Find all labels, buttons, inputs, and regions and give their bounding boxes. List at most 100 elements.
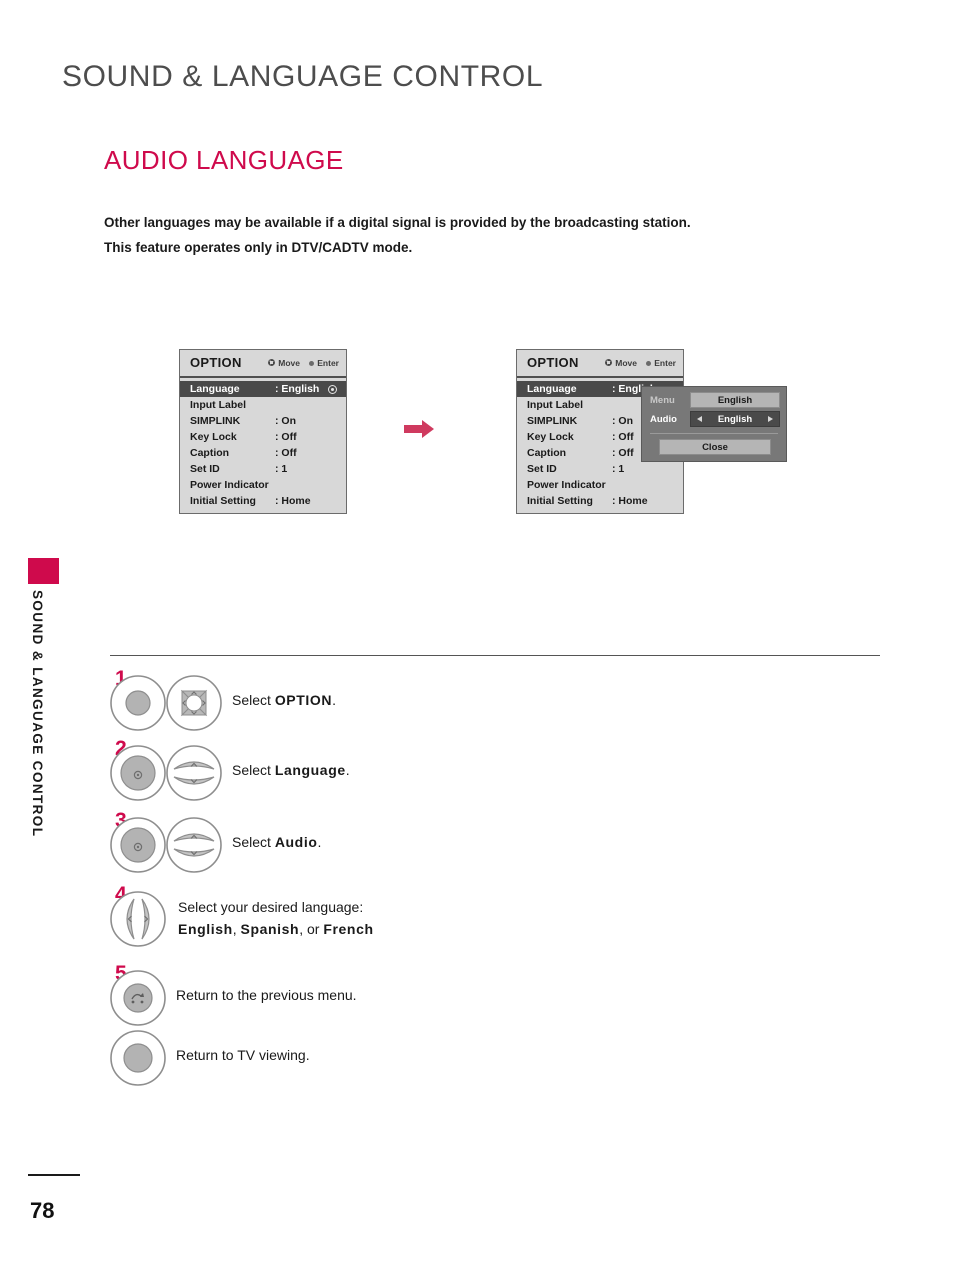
- osd-row-value: : 1: [612, 463, 625, 475]
- step-2-text-bold: Language: [274, 762, 346, 778]
- osd-row-label: Initial Setting: [527, 495, 593, 507]
- intro-paragraph: Other languages may be available if a di…: [104, 210, 804, 260]
- navigation-wheel-icon: [166, 675, 222, 731]
- step-3-text-suffix: .: [317, 834, 322, 850]
- step-exit-text: Return to TV viewing.: [176, 1047, 310, 1063]
- osd-row-value: : Off: [612, 431, 634, 443]
- osd-row-label: Initial Setting: [190, 495, 256, 507]
- osd-row-label: Power Indicator: [190, 479, 269, 491]
- osd-row-initial-setting[interactable]: Initial Setting : Home: [180, 493, 346, 509]
- popup-row-menu[interactable]: Menu English: [650, 392, 780, 411]
- left-right-rocker-icon: [110, 891, 166, 947]
- exit-button-icon: [110, 1030, 166, 1086]
- arrow-left-icon[interactable]: [697, 416, 702, 422]
- step-3-text: Select Audio.: [232, 832, 321, 853]
- return-button-icon: [110, 970, 166, 1026]
- steps-divider: [110, 655, 880, 656]
- osd-row-label: Caption: [190, 447, 230, 459]
- osd-hint-enter: Enter: [308, 358, 339, 368]
- osd-hint-move: Move: [267, 358, 300, 368]
- step-4-lang-spanish: Spanish: [240, 921, 300, 937]
- step-5-text: Return to the previous menu.: [176, 987, 357, 1003]
- step-4-line-2: English, Spanish, or French: [178, 918, 374, 940]
- side-tab-marker: [28, 558, 59, 584]
- page-number: 78: [30, 1198, 55, 1223]
- popup-audio-value-text: English: [717, 414, 753, 425]
- osd-row-list-before: Language : English Input Label SIMPLINK …: [180, 378, 346, 509]
- enter-button-icon: [110, 817, 166, 873]
- osd-row-set-id[interactable]: Set ID : 1: [180, 461, 346, 477]
- step-4-sep-1: ,: [232, 921, 241, 937]
- popup-menu-label: Menu: [650, 395, 675, 406]
- osd-row-value: : Off: [612, 447, 634, 459]
- step-1-text-bold: OPTION: [274, 692, 333, 708]
- osd-row-label: Language: [190, 383, 240, 395]
- step-4-lang-french: French: [323, 921, 374, 937]
- step-4-lang-english: English: [178, 921, 233, 937]
- step-1-text: Select OPTION.: [232, 690, 336, 711]
- up-down-rocker-icon: [166, 817, 222, 873]
- osd-row-value: : On: [612, 415, 633, 427]
- osd-row-value: : English: [275, 383, 320, 395]
- flow-arrow-icon: [404, 420, 434, 438]
- enter-dot-icon: [645, 360, 652, 367]
- move-4way-icon: [604, 358, 613, 367]
- osd-hint-enter-label: Enter: [317, 358, 339, 368]
- osd-row-language[interactable]: Language : English: [180, 381, 346, 397]
- osd-row-initial-setting[interactable]: Initial Setting : Home: [517, 493, 683, 509]
- osd-hint-enter-label: Enter: [654, 358, 676, 368]
- language-popup: Menu English Audio English Close: [641, 386, 787, 462]
- osd-hint-move: Move: [604, 358, 637, 368]
- osd-row-label: Set ID: [527, 463, 557, 475]
- osd-row-set-id[interactable]: Set ID : 1: [517, 461, 683, 477]
- osd-panel-before: OPTION Move Enter Language : English Inp…: [179, 349, 347, 514]
- enter-indicator-icon: [328, 385, 337, 394]
- osd-hint-enter: Enter: [645, 358, 676, 368]
- osd-row-caption[interactable]: Caption : Off: [180, 445, 346, 461]
- osd-row-label: SIMPLINK: [527, 415, 578, 427]
- step-2-text: Select Language.: [232, 760, 350, 781]
- menu-button-icon: [110, 675, 166, 731]
- intro-line-2: This feature operates only in DTV/CADTV …: [104, 240, 413, 255]
- osd-row-label: Key Lock: [527, 431, 574, 443]
- osd-row-label: Language: [527, 383, 577, 395]
- popup-audio-value[interactable]: English: [690, 411, 780, 427]
- footer-rule: [28, 1174, 80, 1176]
- step-3-text-bold: Audio: [274, 834, 318, 850]
- section-title: AUDIO LANGUAGE: [104, 145, 344, 175]
- step-4-text: Select your desired language: English, S…: [178, 896, 374, 940]
- osd-row-power-indicator[interactable]: Power Indicator: [180, 477, 346, 493]
- osd-row-simplink[interactable]: SIMPLINK : On: [180, 413, 346, 429]
- osd-header: OPTION Move Enter: [180, 350, 346, 378]
- osd-row-label: Input Label: [190, 399, 246, 411]
- arrow-right-icon[interactable]: [768, 416, 773, 422]
- osd-row-power-indicator[interactable]: Power Indicator: [517, 477, 683, 493]
- popup-menu-value[interactable]: English: [690, 392, 780, 408]
- intro-line-1: Other languages may be available if a di…: [104, 215, 691, 230]
- osd-row-label: Input Label: [527, 399, 583, 411]
- popup-audio-label: Audio: [650, 414, 677, 425]
- step-2-text-suffix: .: [345, 762, 350, 778]
- osd-row-value: : Off: [275, 431, 297, 443]
- osd-row-label: Set ID: [190, 463, 220, 475]
- osd-header: OPTION Move Enter: [517, 350, 683, 378]
- enter-dot-icon: [308, 360, 315, 367]
- osd-row-label: Key Lock: [190, 431, 237, 443]
- osd-row-label: SIMPLINK: [190, 415, 241, 427]
- osd-row-label: Caption: [527, 447, 567, 459]
- osd-row-value: : On: [275, 415, 296, 427]
- osd-hint-move-label: Move: [615, 358, 637, 368]
- popup-close-button[interactable]: Close: [659, 439, 771, 455]
- osd-row-key-lock[interactable]: Key Lock : Off: [180, 429, 346, 445]
- step-4-sep-2: , or: [299, 921, 324, 937]
- osd-row-value: : Off: [275, 447, 297, 459]
- osd-row-input-label[interactable]: Input Label: [180, 397, 346, 413]
- osd-hint-move-label: Move: [278, 358, 300, 368]
- step-1-text-prefix: Select: [232, 692, 275, 708]
- step-4-line-1: Select your desired language:: [178, 899, 364, 915]
- osd-row-label: Power Indicator: [527, 479, 606, 491]
- page-title: SOUND & LANGUAGE CONTROL: [62, 60, 544, 93]
- popup-row-audio[interactable]: Audio English: [650, 411, 780, 430]
- step-1-text-suffix: .: [332, 692, 336, 708]
- side-tab-label: SOUND & LANGUAGE CONTROL: [30, 590, 45, 838]
